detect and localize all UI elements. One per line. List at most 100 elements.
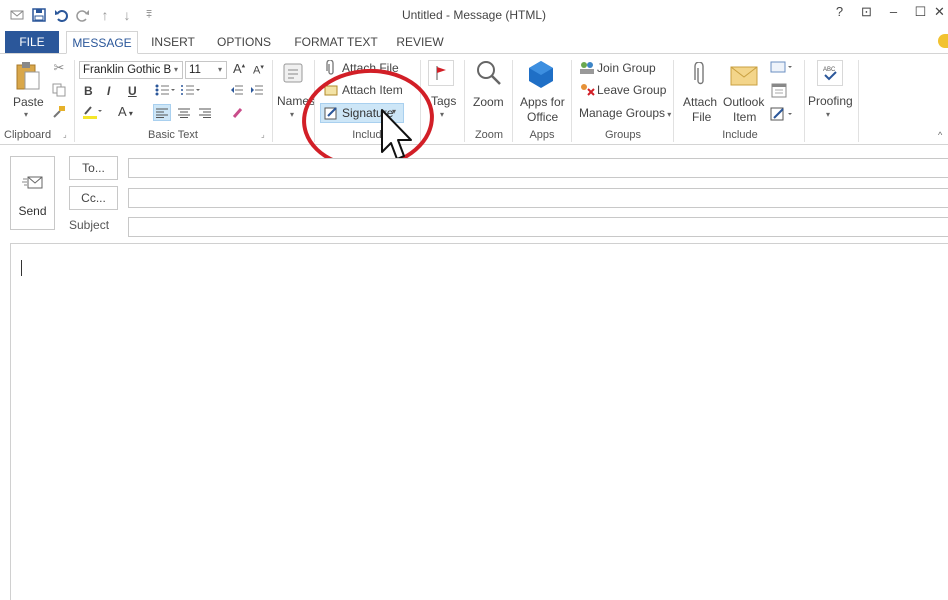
message-body[interactable] bbox=[10, 243, 948, 600]
title-bar: ↑ ↓ ⩱ Untitled - Message (HTML) ? ⊡ – ☐ … bbox=[0, 0, 948, 30]
font-name-value: Franklin Gothic B bbox=[83, 64, 172, 76]
maximize-icon[interactable]: ☐ bbox=[907, 4, 934, 20]
zoom-button[interactable]: Zoom bbox=[473, 95, 504, 109]
outlook-label-1[interactable]: Outlook bbox=[723, 95, 764, 109]
clipboard-launcher-icon[interactable]: ⌟ bbox=[63, 130, 67, 139]
cc-button[interactable]: Cc... bbox=[69, 186, 118, 210]
send-button[interactable]: Send bbox=[10, 156, 55, 230]
manage-groups-label: Manage Groups bbox=[579, 106, 666, 120]
address-book-icon[interactable] bbox=[280, 60, 306, 86]
leave-group-button[interactable]: Leave Group bbox=[597, 83, 666, 97]
subject-label: Subject bbox=[69, 218, 110, 232]
separator bbox=[74, 60, 75, 142]
format-painter-icon[interactable] bbox=[50, 104, 68, 120]
signature-small-icon[interactable] bbox=[769, 105, 797, 123]
proofing-dropdown-icon[interactable]: ▾ bbox=[826, 110, 830, 119]
collapse-ribbon-icon[interactable]: ^ bbox=[938, 130, 942, 140]
tab-options[interactable]: OPTIONS bbox=[212, 31, 276, 54]
separator bbox=[858, 60, 859, 142]
window-controls: ? ⊡ – ☐ ✕ bbox=[826, 4, 948, 20]
cut-icon[interactable]: ✂ bbox=[50, 60, 68, 76]
to-field[interactable] bbox=[128, 158, 948, 178]
attach-label-2[interactable]: File bbox=[692, 110, 711, 124]
align-left-icon[interactable] bbox=[153, 104, 171, 121]
tab-message[interactable]: MESSAGE bbox=[66, 31, 138, 54]
paste-button[interactable]: Paste bbox=[13, 95, 44, 109]
clear-formatting-icon[interactable] bbox=[229, 104, 247, 121]
spelling-icon[interactable]: ABC bbox=[817, 60, 843, 86]
outlook-item-icon[interactable] bbox=[728, 60, 760, 90]
group-label-apps: Apps bbox=[529, 129, 555, 141]
tab-file[interactable]: FILE bbox=[5, 31, 59, 54]
proofing-button[interactable]: Proofing bbox=[808, 94, 853, 108]
minimize-icon[interactable]: – bbox=[880, 4, 907, 20]
grow-font-label: A bbox=[233, 61, 242, 76]
align-right-icon[interactable] bbox=[197, 104, 213, 121]
account-icon[interactable] bbox=[938, 34, 948, 48]
group-label-basic-text: Basic Text bbox=[148, 129, 198, 141]
apps-for-office-icon[interactable] bbox=[526, 58, 556, 90]
increase-indent-icon[interactable] bbox=[249, 82, 265, 98]
paste-dropdown-icon[interactable]: ▾ bbox=[24, 110, 28, 119]
names-dropdown-icon[interactable]: ▾ bbox=[290, 110, 294, 119]
ribbon: Paste ▾ ✂ Clipboard ⌟ Franklin Gothic B … bbox=[0, 53, 948, 145]
flag-icon[interactable] bbox=[428, 60, 454, 86]
font-size-value: 11 bbox=[189, 64, 201, 76]
tags-button[interactable]: Tags bbox=[431, 94, 456, 108]
join-group-button[interactable]: Join Group bbox=[597, 61, 656, 75]
send-icon bbox=[22, 175, 44, 194]
close-icon[interactable]: ✕ bbox=[934, 4, 948, 20]
join-group-icon bbox=[578, 60, 596, 76]
cc-field[interactable] bbox=[128, 188, 948, 208]
leave-group-icon bbox=[578, 82, 596, 98]
numbering-icon[interactable] bbox=[180, 82, 202, 98]
grow-font-button[interactable]: A▴ bbox=[233, 61, 245, 76]
separator bbox=[571, 60, 572, 142]
tab-format-text[interactable]: FORMAT TEXT bbox=[290, 31, 382, 54]
font-color-button[interactable]: A ▾ bbox=[118, 104, 133, 119]
separator bbox=[464, 60, 465, 142]
align-center-icon[interactable] bbox=[176, 104, 192, 121]
separator bbox=[512, 60, 513, 142]
separator bbox=[272, 60, 273, 142]
business-card-icon[interactable] bbox=[769, 59, 795, 75]
tab-review[interactable]: REVIEW bbox=[393, 31, 447, 54]
copy-icon[interactable] bbox=[50, 82, 68, 98]
window-title: Untitled - Message (HTML) bbox=[401, 8, 547, 22]
underline-button[interactable]: U bbox=[128, 84, 137, 98]
apps-label-2[interactable]: Office bbox=[527, 110, 558, 124]
font-name-combo[interactable]: Franklin Gothic B ▾ bbox=[79, 61, 183, 79]
attach-file-icon[interactable] bbox=[690, 60, 710, 90]
separator bbox=[673, 60, 674, 142]
ribbon-display-icon[interactable]: ⊡ bbox=[853, 4, 880, 20]
highlight-icon[interactable] bbox=[81, 104, 103, 120]
paperclip-icon bbox=[324, 60, 338, 76]
outlook-label-2[interactable]: Item bbox=[733, 110, 756, 124]
group-label-groups: Groups bbox=[604, 129, 642, 141]
svg-text:ABC: ABC bbox=[823, 67, 836, 73]
bold-button[interactable]: B bbox=[84, 84, 93, 98]
to-button[interactable]: To... bbox=[69, 156, 118, 180]
tab-insert[interactable]: INSERT bbox=[146, 31, 200, 54]
paste-icon[interactable] bbox=[14, 60, 42, 92]
send-label: Send bbox=[18, 204, 47, 218]
subject-field[interactable] bbox=[128, 217, 948, 237]
manage-groups-button[interactable]: Manage Groups ▾ bbox=[579, 106, 671, 120]
help-icon[interactable]: ? bbox=[826, 4, 853, 20]
attach-label-1[interactable]: Attach bbox=[683, 95, 717, 109]
tags-dropdown-icon[interactable]: ▾ bbox=[440, 110, 444, 119]
ribbon-tabs: FILE MESSAGE INSERT OPTIONS FORMAT TEXT … bbox=[0, 30, 948, 54]
decrease-indent-icon[interactable] bbox=[229, 82, 245, 98]
font-size-combo[interactable]: 11 ▾ bbox=[185, 61, 227, 79]
magnifier-icon[interactable] bbox=[474, 58, 504, 88]
shrink-font-button[interactable]: A▾ bbox=[253, 63, 264, 77]
calendar-icon[interactable] bbox=[769, 81, 789, 99]
separator bbox=[804, 60, 805, 142]
chevron-down-icon: ▾ bbox=[217, 65, 222, 74]
text-caret bbox=[21, 260, 22, 276]
bullets-icon[interactable] bbox=[154, 82, 176, 98]
apps-label-1[interactable]: Apps for bbox=[520, 95, 565, 109]
italic-button[interactable]: I bbox=[107, 84, 110, 98]
basic-text-launcher-icon[interactable]: ⌟ bbox=[261, 130, 265, 139]
group-label-include-2: Include bbox=[722, 129, 758, 141]
